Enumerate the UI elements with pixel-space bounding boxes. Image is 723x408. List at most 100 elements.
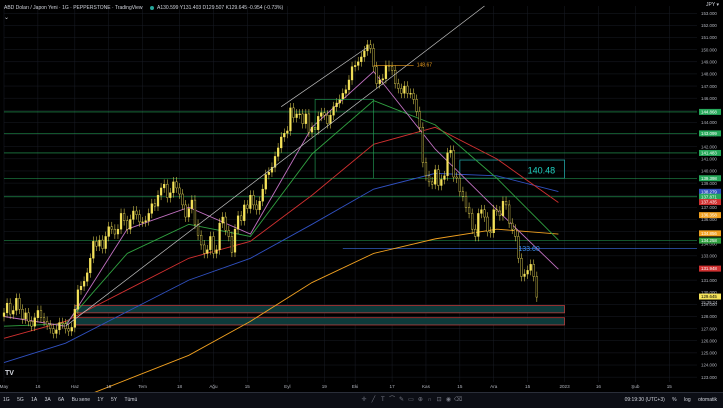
candle-body <box>267 171 271 175</box>
candle-body <box>82 281 86 287</box>
candle-body <box>369 44 372 49</box>
pattern-icon[interactable]: ⌒ <box>388 393 396 408</box>
bottom-toolbar: 1G 5G 1A 3A 6A Bu sene 1Y 5Y Tümü ✛ ╱ T … <box>0 392 723 408</box>
time-tick-label: 18 <box>177 384 183 389</box>
candle-body <box>430 181 434 185</box>
price-axis: 153.000 152.000 151.000 150.000 149.000 148.0… <box>699 11 721 380</box>
zoom-icon[interactable]: ⊕ <box>416 393 424 408</box>
range-5y[interactable]: 5Y <box>108 393 120 408</box>
symbol-header[interactable]: ABD Doları / Japon Yeni · 1G · PEPPERSTO… <box>4 3 287 13</box>
lock-icon[interactable]: ⊡ <box>435 393 443 408</box>
log-toggle[interactable]: log <box>684 397 691 403</box>
candle-body <box>360 56 363 62</box>
time-tick-label: 15 <box>525 384 531 389</box>
price-tick-label: 148.000 <box>701 72 717 77</box>
price-tick-label: 124.000 <box>701 363 717 368</box>
price-tag-label: 139.398 <box>701 176 717 181</box>
trendline-icon[interactable]: ╱ <box>369 393 377 408</box>
candle-body <box>227 230 230 237</box>
candle-body <box>335 102 338 107</box>
range-ytd[interactable]: Bu sene <box>69 393 93 408</box>
candle-body <box>421 127 425 163</box>
trash-icon[interactable]: ⌫ <box>454 393 462 408</box>
eye-icon[interactable]: ◉ <box>445 393 453 408</box>
candle-body <box>424 162 428 177</box>
candle-body <box>166 184 169 198</box>
candle-body <box>397 83 400 89</box>
candle-body <box>258 201 261 210</box>
candle-body <box>255 204 258 210</box>
ruler-icon[interactable]: ▭ <box>407 393 415 408</box>
candle-body <box>523 273 526 277</box>
magnet-icon[interactable]: ∩ <box>426 393 434 408</box>
candle-body <box>24 312 27 320</box>
candle-body <box>489 231 492 234</box>
candle-body <box>240 215 243 221</box>
range-1d[interactable]: 1G <box>0 393 13 408</box>
range-all[interactable]: Tümü <box>121 393 140 408</box>
candle-body <box>21 309 24 320</box>
candle-body <box>461 191 465 197</box>
price-tick-label: 144.000 <box>701 120 717 125</box>
candle-body <box>129 219 132 230</box>
price-tick-label: 125.000 <box>701 351 717 356</box>
auto-toggle[interactable]: otomatik <box>698 397 717 403</box>
candle-body <box>116 228 120 235</box>
candle-body <box>323 112 326 116</box>
time-tick-label: 15 <box>106 384 112 389</box>
candle-body <box>70 327 73 332</box>
price-tick-label: 128.000 <box>701 314 717 319</box>
candle-body <box>95 241 98 247</box>
collapse-icon[interactable]: ⌄ <box>4 14 9 21</box>
annotation-label: 148.67 <box>417 63 433 69</box>
candle-body <box>347 79 351 90</box>
range-3m[interactable]: 3A <box>42 393 54 408</box>
candle-body <box>384 65 388 79</box>
candle-body <box>264 174 267 190</box>
candle-body <box>350 66 354 81</box>
support-zone[interactable] <box>74 305 565 314</box>
price-tick-label: 150.000 <box>701 47 717 52</box>
price-tick-label: 137.000 <box>701 205 717 210</box>
range-box[interactable] <box>314 99 374 179</box>
brush-icon[interactable]: ✎ <box>398 393 406 408</box>
candle-body <box>230 236 234 253</box>
range-1y[interactable]: 1Y <box>94 393 106 408</box>
candle-body <box>353 65 357 67</box>
range-1m[interactable]: 1A <box>28 393 40 408</box>
candle-body <box>30 321 33 327</box>
candle-body <box>49 324 52 329</box>
cursor-icon[interactable]: ✛ <box>360 393 368 408</box>
candle-body <box>156 195 160 207</box>
candle-body <box>153 203 157 207</box>
price-tag-label: 136.358 <box>701 213 717 218</box>
price-tick-label: 149.000 <box>701 59 717 64</box>
price-tag-label: 144.868 <box>701 110 717 115</box>
candle-body <box>172 181 175 193</box>
time-tick-label: Eyl <box>284 384 290 389</box>
range-5d[interactable]: 5G <box>14 393 27 408</box>
currency-label[interactable]: JPY ▾ <box>706 2 719 8</box>
bottom-right-controls: 09:19:30 (UTC+3) % log otomatik <box>619 393 717 408</box>
text-icon[interactable]: T <box>379 393 387 408</box>
candle-body <box>104 236 107 249</box>
candle-body <box>341 93 344 100</box>
range-6m[interactable]: 6A <box>55 393 67 408</box>
candle-body <box>190 199 194 209</box>
candle-body <box>301 113 304 124</box>
candle-body <box>504 201 508 206</box>
percent-toggle[interactable]: % <box>672 397 676 403</box>
candle-body <box>178 187 181 195</box>
candle-body <box>215 249 218 254</box>
trend-line[interactable] <box>65 5 485 327</box>
price-chart[interactable]: 148.67 140.48 133.60 153.000 152.000 151.000… <box>0 0 723 392</box>
support-zone[interactable] <box>74 317 565 326</box>
candle-body <box>2 312 6 317</box>
time-tick-label: 16 <box>596 384 602 389</box>
clock-label[interactable]: 09:19:30 (UTC+3) <box>625 397 665 403</box>
candle-body <box>122 213 126 221</box>
price-tick-label: 126.000 <box>701 338 717 343</box>
candle-body <box>132 210 135 220</box>
candle-body <box>449 150 452 153</box>
symbol-title[interactable]: ABD Doları / Japon Yeni · 1G · PEPPERSTO… <box>4 5 143 11</box>
